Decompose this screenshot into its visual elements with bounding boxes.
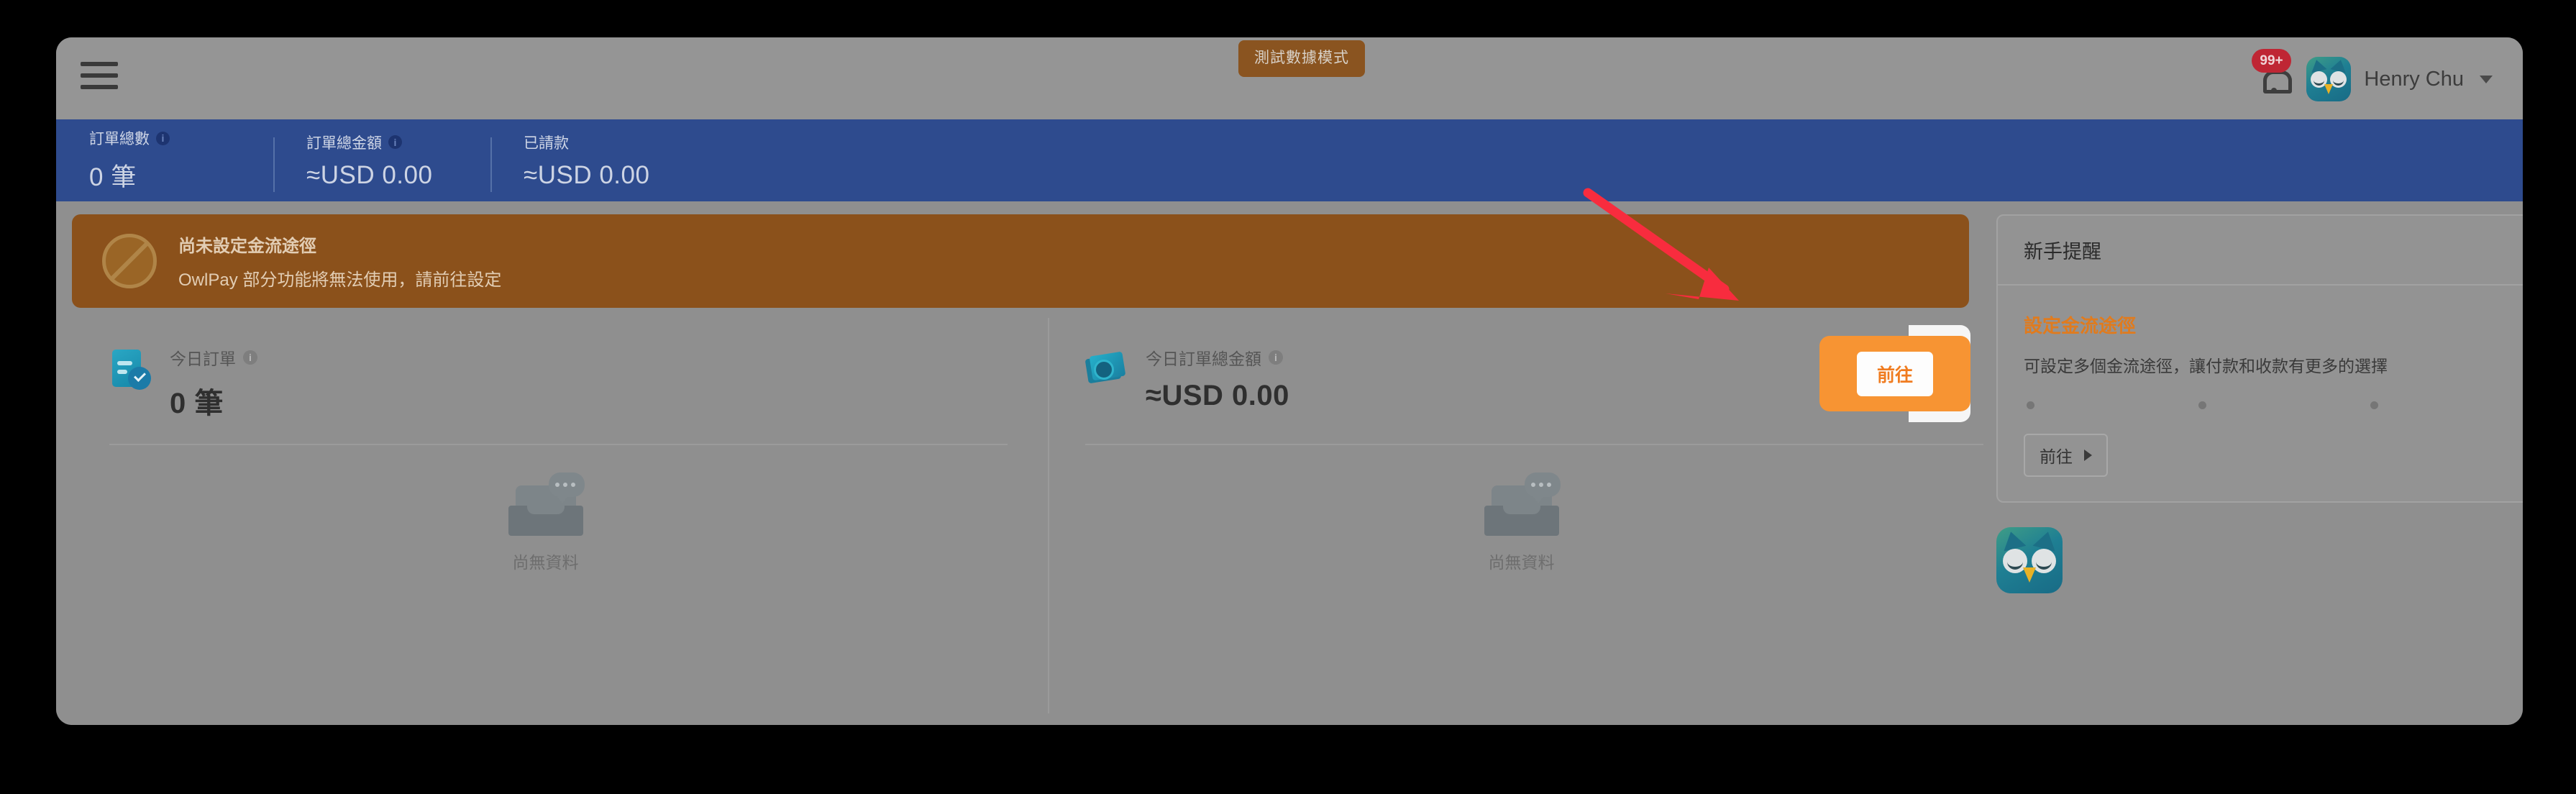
onboarding-goto-label: 前往	[2040, 447, 2073, 466]
card-header: 今日訂單 i 0 筆	[109, 345, 1048, 421]
avatar[interactable]	[2306, 57, 2352, 101]
chevron-right-icon	[2084, 450, 2092, 461]
payment-setup-alert: 尚未設定金流途徑 OwlPay 部分功能將無法使用，請前往設定	[72, 214, 1969, 308]
hamburger-bar	[81, 73, 118, 78]
empty-tray-icon	[506, 473, 586, 536]
card-value: 0 筆	[170, 388, 224, 419]
empty-tray-icon	[1481, 473, 1562, 536]
empty-state: 尚無資料	[72, 473, 1019, 573]
empty-state-text: 尚無資料	[512, 553, 579, 572]
stat-label-row: 訂單總金額 i	[306, 132, 457, 153]
bubble-dots	[1530, 483, 1551, 487]
stat-label-row: 已請款	[524, 132, 675, 153]
spotlight-cta[interactable]: 前往	[1819, 336, 1970, 411]
card-text-group: 今日訂單 i 0 筆	[170, 345, 257, 421]
card-value: ≈USD 0.00	[1146, 380, 1289, 411]
carousel-dot[interactable]	[2027, 401, 2034, 409]
check-badge	[128, 367, 151, 390]
info-icon[interactable]: i	[243, 350, 257, 365]
document-check-icon	[109, 350, 151, 391]
stat-value: 0 筆	[89, 163, 137, 191]
onboarding-title: 設定金流途徑	[2024, 315, 2137, 337]
stat-label-row: 訂單總數 i	[89, 127, 240, 149]
info-icon[interactable]: i	[156, 131, 170, 145]
carousel-dot[interactable]	[2198, 401, 2206, 409]
empty-state-text: 尚無資料	[1488, 553, 1555, 572]
onboarding-goto-button[interactable]: 前往	[2024, 434, 2108, 477]
no-entry-icon	[102, 234, 157, 288]
card-label: 今日訂單	[170, 350, 236, 368]
stat-value: ≈USD 0.00	[306, 160, 433, 189]
owl-logo-icon	[1996, 527, 2063, 593]
info-icon[interactable]: i	[388, 135, 402, 149]
test-mode-badge: 測試數據模式	[1238, 40, 1365, 77]
owl-ear-right	[2032, 529, 2060, 552]
money-stack-icon	[1084, 350, 1127, 391]
carousel-dot[interactable]	[2370, 401, 2378, 409]
notifications-button[interactable]: 99+	[2252, 49, 2293, 99]
stat-total-orders: 訂單總數 i 0 筆	[56, 127, 273, 193]
main-content: 尚未設定金流途徑 OwlPay 部分功能將無法使用，請前往設定 今日訂單 i 0…	[56, 201, 2523, 725]
divider	[109, 444, 1008, 445]
tray-bottom	[508, 506, 583, 536]
coin-shape	[1094, 360, 1114, 380]
notification-count-badge: 99+	[2252, 49, 2291, 73]
chevron-down-icon[interactable]	[2480, 75, 2493, 83]
hamburger-bar	[81, 62, 118, 66]
hamburger-bar	[81, 85, 118, 89]
empty-state: 尚無資料	[1048, 473, 1995, 573]
doc-line	[117, 370, 127, 374]
user-name[interactable]: Henry Chu	[2364, 68, 2464, 91]
speech-bubble-icon	[1524, 473, 1561, 503]
tray-bottom	[1484, 506, 1559, 536]
header-right-group: 99+ Henry Chu	[2252, 49, 2493, 105]
onboarding-card: 新手提醒 設定金流途徑 可設定多個金流途徑，讓付款和收款有更多的選擇 前往	[1996, 214, 2523, 503]
onboarding-panel: 新手提醒 設定金流途徑 可設定多個金流途徑，讓付款和收款有更多的選擇 前往	[1996, 214, 2523, 593]
onboarding-header: 新手提醒	[1998, 216, 2523, 286]
card-today-orders: 今日訂單 i 0 筆 尚無資料	[72, 318, 1048, 725]
stat-total-amount: 訂單總金額 i ≈USD 0.00	[273, 132, 490, 192]
speech-bubble-icon	[548, 473, 585, 503]
hamburger-icon[interactable]	[81, 62, 118, 93]
card-label: 今日訂單總金額	[1146, 350, 1261, 368]
owl-beak	[2023, 567, 2036, 583]
card-text-group: 今日訂單總金額 i ≈USD 0.00	[1146, 345, 1289, 412]
bell-body	[2263, 70, 2293, 93]
stat-label: 已請款	[524, 134, 569, 152]
doc-line	[117, 361, 132, 365]
onboarding-description: 可設定多個金流途徑，讓付款和收款有更多的選擇	[2024, 357, 2388, 375]
stat-label: 訂單總金額	[306, 134, 382, 152]
stat-claimed: 已請款 ≈USD 0.00	[490, 132, 708, 192]
divider	[1085, 444, 1983, 445]
browser-window: 99+ Henry Chu 訂單總數 i 0 筆 訂單總金額 i ≈USD 0.…	[56, 37, 2523, 725]
screenshot-root: 測試數據模式 99+ Henry Chu 訂單總數 i 0 筆 訂單總金額 i …	[0, 0, 2576, 794]
alert-text-group: 尚未設定金流途徑 OwlPay 部分功能將無法使用，請前往設定	[178, 232, 501, 291]
stat-value: ≈USD 0.00	[524, 160, 650, 189]
card-label-row: 今日訂單 i	[170, 345, 257, 370]
summary-stats-bar: 訂單總數 i 0 筆 訂單總金額 i ≈USD 0.00 已請款 ≈USD 0.…	[56, 119, 2523, 201]
alert-message: OwlPay 部分功能將無法使用，請前往設定	[178, 270, 502, 290]
info-icon[interactable]: i	[1269, 350, 1283, 365]
card-label-row: 今日訂單總金額 i	[1146, 345, 1289, 370]
alert-title: 尚未設定金流途徑	[178, 237, 316, 256]
owl-ear-left	[1999, 529, 2027, 552]
stat-label: 訂單總數	[89, 131, 150, 147]
bubble-dots	[554, 483, 575, 487]
alert-goto-button[interactable]: 前往	[1856, 351, 1933, 396]
carousel-dots[interactable]	[2027, 401, 2523, 409]
onboarding-body: 設定金流途徑 可設定多個金流途徑，讓付款和收款有更多的選擇 前往	[1998, 286, 2523, 501]
owl-beak	[2324, 84, 2334, 94]
